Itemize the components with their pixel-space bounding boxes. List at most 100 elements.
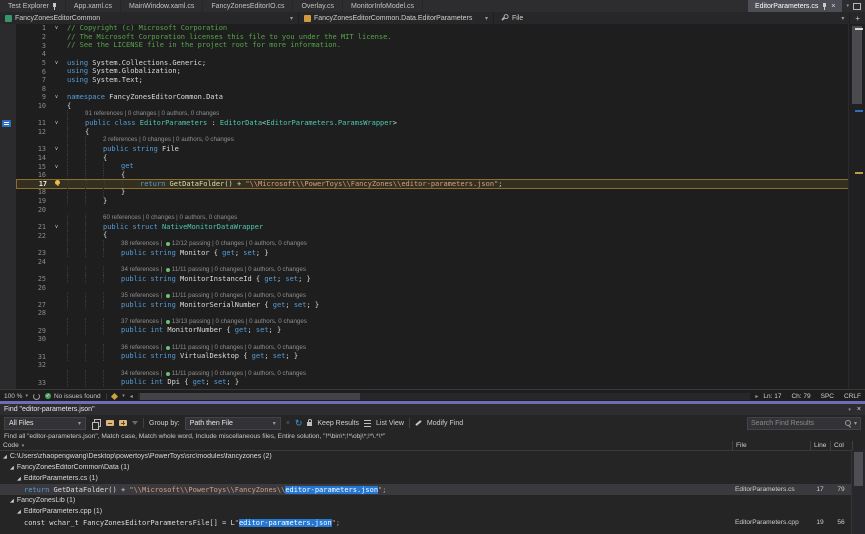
code-text[interactable]: public string MonitorSerialNumber { get;…	[63, 301, 849, 310]
line-margin[interactable]	[0, 59, 16, 68]
fold-collapse-icon[interactable]: ∨	[50, 93, 63, 101]
cancel-icon[interactable]: ×	[286, 420, 290, 427]
find-path-row[interactable]: ◢FancyZonesEditorCommon\Data (1)	[0, 462, 865, 473]
fold-collapse-icon[interactable]: ∨	[50, 223, 63, 231]
results-vertical-scrollbar[interactable]	[851, 450, 865, 534]
line-margin[interactable]	[0, 76, 16, 85]
tab-editorparameters-active[interactable]: EditorParameters.cs ×	[748, 0, 843, 12]
code-text[interactable]: {	[63, 231, 849, 240]
codelens-indicator[interactable]: 38 references | 12/12 passing | 0 change…	[63, 240, 849, 249]
result-code-cell[interactable]: const wchar_t FancyZonesEditorParameters…	[0, 519, 732, 527]
find-results-title-bar[interactable]: Find "editor-parameters.json" ▾ ×	[0, 404, 865, 415]
result-code-cell[interactable]: ◢EditorParameters.cpp (1)	[0, 508, 732, 515]
modify-find-button[interactable]: Modify Find	[427, 420, 463, 427]
line-margin[interactable]	[0, 352, 16, 361]
code-text[interactable]: public string MonitorInstanceId { get; s…	[63, 275, 849, 284]
chevron-down-icon[interactable]: ▾	[846, 3, 849, 9]
scrollbar-thumb[interactable]	[140, 393, 361, 400]
scrollbar-thumb[interactable]	[852, 26, 862, 104]
code-text[interactable]: using System.Text;	[63, 76, 849, 85]
issues-indicator[interactable]: ✓ No issues found	[45, 393, 101, 400]
line-indicator[interactable]: Ln: 17	[763, 393, 781, 400]
fold-collapse-icon[interactable]: ∨	[50, 24, 63, 32]
window-icon[interactable]	[853, 3, 861, 10]
copy-results-icon[interactable]	[94, 419, 101, 427]
code-text[interactable]: {	[63, 154, 849, 163]
tab-monitorinfomodel-cs[interactable]: MonitorInfoModel.cs	[343, 0, 423, 12]
expanded-triangle-icon[interactable]: ◢	[10, 498, 14, 504]
find-path-row[interactable]: ◢EditorParameters.cpp (1)	[0, 506, 865, 517]
line-margin[interactable]	[0, 197, 16, 206]
editor-vertical-scrollbar[interactable]	[848, 24, 865, 389]
fold-collapse-icon[interactable]: ∨	[50, 59, 63, 67]
line-margin[interactable]	[0, 266, 16, 275]
search-find-results-input[interactable]: Search Find Results ▾	[747, 417, 861, 430]
column-indicator[interactable]: Ch: 79	[791, 393, 810, 400]
tab-overlay-cs[interactable]: Overlay.cs	[293, 0, 343, 12]
line-margin[interactable]	[0, 188, 16, 197]
column-header-code[interactable]: Code ▾	[0, 441, 732, 450]
line-margin[interactable]	[0, 102, 16, 111]
line-margin[interactable]	[0, 154, 16, 163]
tab-mainwindow-xaml-cs[interactable]: MainWindow.xaml.cs	[121, 0, 203, 12]
codelens-indicator[interactable]: 91 references | 0 changes | 0 authors, 0…	[63, 110, 849, 119]
result-code-cell[interactable]: ◢C:\Users\zhaopengwang\Desktop\powertoys…	[0, 453, 732, 460]
tab-app-xaml-cs[interactable]: App.xaml.cs	[66, 0, 121, 12]
line-margin[interactable]	[0, 50, 16, 59]
line-margin[interactable]	[0, 67, 16, 76]
line-margin[interactable]	[0, 231, 16, 240]
scroll-left-arrow-icon[interactable]: ◂	[130, 393, 133, 400]
expanded-triangle-icon[interactable]: ◢	[10, 465, 14, 471]
find-result-row[interactable]: return GetDataFolder() + "\\Microsoft\\P…	[0, 484, 865, 495]
groupby-dropdown[interactable]: Path then File ▾	[185, 417, 281, 430]
expand-all-icon[interactable]	[119, 420, 127, 426]
list-view-icon[interactable]	[364, 420, 371, 427]
scroll-right-arrow-icon[interactable]: ▸	[755, 393, 758, 400]
close-icon[interactable]: ×	[831, 3, 835, 10]
line-margin[interactable]	[0, 24, 16, 33]
line-margin[interactable]	[0, 240, 16, 249]
line-margin[interactable]	[0, 136, 16, 145]
pin-icon[interactable]	[822, 3, 827, 10]
line-margin[interactable]	[0, 335, 16, 344]
find-path-row[interactable]: ◢C:\Users\zhaopengwang\Desktop\powertoys…	[0, 451, 865, 462]
type-dropdown[interactable]: FancyZonesEditorCommon.Data.EditorParame…	[299, 12, 494, 24]
filter-icon[interactable]	[132, 421, 138, 425]
code-text[interactable]: {	[63, 102, 849, 111]
find-path-row[interactable]: ◢EditorParameters.cs (1)	[0, 473, 865, 484]
code-editor[interactable]: 1∨// Copyright (c) Microsoft Corporation…	[0, 24, 849, 389]
column-header-line[interactable]: Line	[810, 441, 830, 450]
code-text[interactable]: public class EditorParameters : EditorDa…	[63, 119, 849, 128]
line-margin[interactable]	[0, 378, 16, 387]
line-margin[interactable]	[0, 223, 16, 232]
scrollbar-thumb[interactable]	[854, 452, 863, 486]
codelens-indicator[interactable]: 37 references | 13/13 passing | 0 change…	[63, 318, 849, 327]
line-margin[interactable]	[0, 41, 16, 50]
code-text[interactable]: using System.Collections.Generic;	[63, 59, 849, 68]
fold-collapse-icon[interactable]: ∨	[50, 163, 63, 171]
codelens-indicator[interactable]: 60 references | 0 changes | 0 authors, 0…	[63, 214, 849, 223]
code-text[interactable]: public string Monitor { get; set; }	[63, 249, 849, 258]
codelens-indicator[interactable]: 34 references | 11/11 passing | 0 change…	[63, 266, 849, 275]
code-text[interactable]: public struct NativeMonitorDataWrapper	[63, 223, 849, 232]
code-text[interactable]: using System.Globalization;	[63, 67, 849, 76]
code-text[interactable]: {	[63, 128, 849, 137]
code-text[interactable]: namespace FancyZonesEditorCommon.Data	[63, 93, 849, 102]
fold-collapse-icon[interactable]: ∨	[50, 119, 63, 127]
line-margin[interactable]	[0, 214, 16, 223]
scope-dropdown[interactable]: All Files ▾	[4, 417, 86, 430]
chevron-down-icon[interactable]: ▾	[122, 393, 125, 399]
lock-icon[interactable]	[307, 422, 312, 426]
column-header-col[interactable]: Col	[830, 441, 852, 450]
tab-fancyzoneseditorio-cs[interactable]: FancyZonesEditorIO.cs	[203, 0, 293, 12]
horizontal-scrollbar[interactable]	[138, 393, 751, 400]
codelens-indicator[interactable]: 34 references | 11/11 passing | 0 change…	[63, 370, 849, 379]
fold-collapse-icon[interactable]: ∨	[50, 145, 63, 153]
codelens-indicator[interactable]: 36 references | 11/11 passing | 0 change…	[63, 344, 849, 353]
close-icon[interactable]: ×	[857, 406, 861, 413]
keep-results-button[interactable]: Keep Results	[317, 420, 359, 427]
code-text[interactable]: }	[63, 197, 849, 206]
line-margin[interactable]	[0, 145, 16, 154]
expanded-triangle-icon[interactable]: ◢	[17, 476, 21, 482]
line-margin[interactable]	[0, 309, 16, 318]
